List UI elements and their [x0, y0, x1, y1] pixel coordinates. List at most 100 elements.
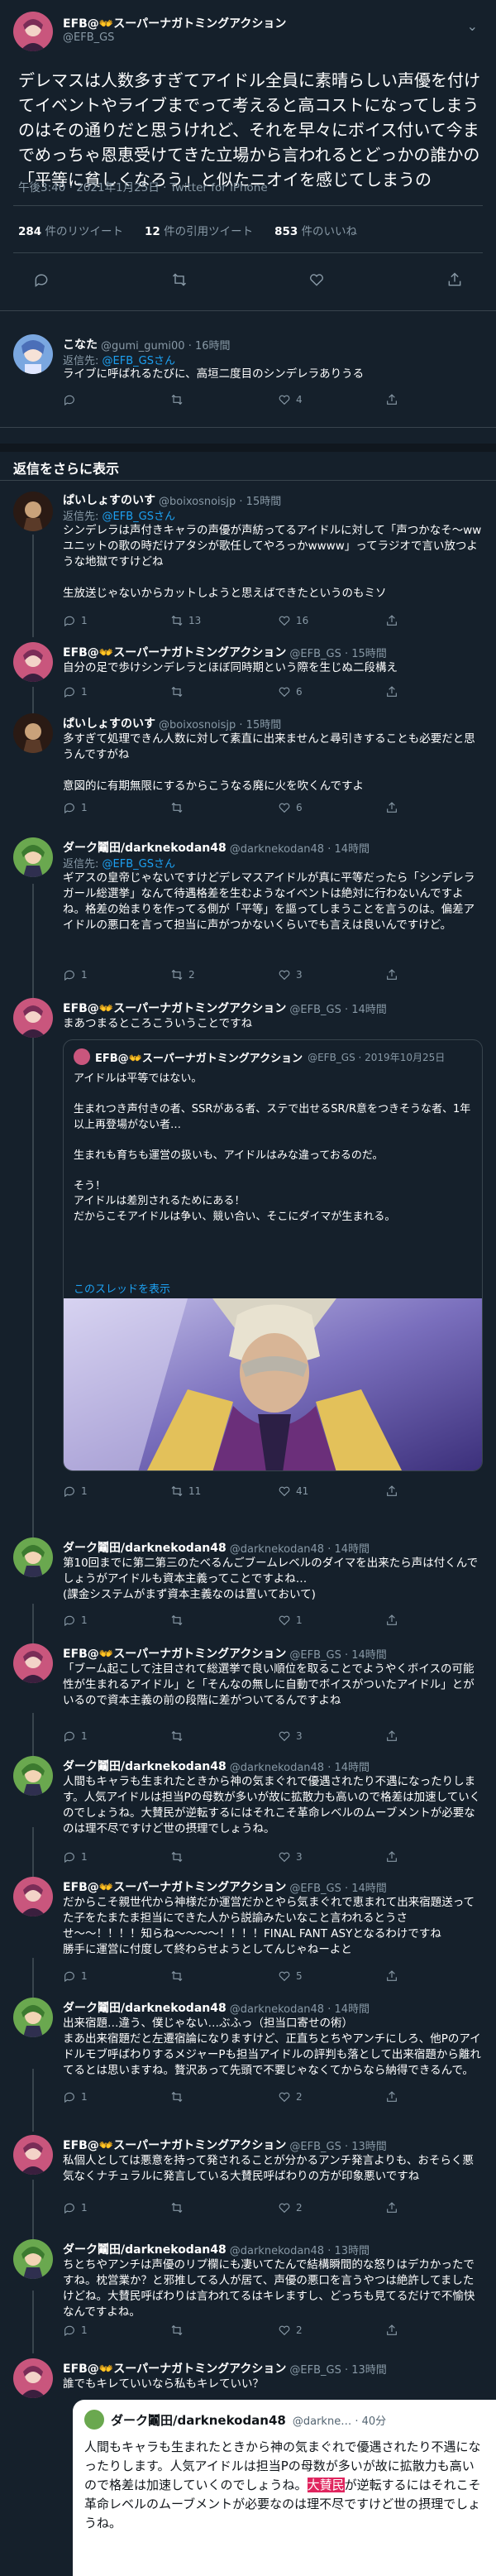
- share-button[interactable]: [385, 2201, 493, 2214]
- reply-avatar[interactable]: [13, 642, 53, 682]
- retweet-button[interactable]: 11: [170, 1485, 278, 1498]
- retweet-button[interactable]: [170, 2201, 278, 2214]
- reply-avatar[interactable]: [13, 1643, 53, 1683]
- reply-button[interactable]: 1: [63, 2090, 170, 2103]
- reply-author-handle[interactable]: @darknekodan48 · 14時間: [230, 1758, 370, 1774]
- reply-button[interactable]: 1: [63, 685, 170, 698]
- reply-button[interactable]: 1: [63, 801, 170, 814]
- like-button[interactable]: 3: [278, 968, 385, 981]
- share-button[interactable]: [385, 1485, 493, 1498]
- share-button[interactable]: [446, 271, 463, 290]
- reply-button[interactable]: [33, 271, 50, 290]
- reply-author-name[interactable]: ダーク鬮田/darknekodan48: [63, 1539, 227, 1556]
- reply-avatar[interactable]: [13, 2358, 53, 2398]
- reply-author-handle[interactable]: @boixosnoisjp · 15時間: [159, 492, 281, 508]
- share-button[interactable]: [385, 685, 493, 698]
- like-button[interactable]: 41: [278, 1485, 385, 1498]
- more-options-icon[interactable]: ⌄: [467, 18, 478, 34]
- like-button[interactable]: 2: [278, 2324, 385, 2337]
- reply-avatar[interactable]: [13, 2239, 53, 2279]
- reply-button[interactable]: 1: [63, 1969, 170, 1983]
- reply-avatar[interactable]: [13, 1537, 53, 1577]
- retweet-button[interactable]: [170, 685, 278, 698]
- reply-author-handle[interactable]: @darknekodan48 · 14時間: [230, 1540, 370, 1556]
- retweet-button[interactable]: [170, 2324, 278, 2337]
- reply-author-name[interactable]: EFB@👐スーパーナガトミングアクション: [63, 2360, 286, 2377]
- reply-button[interactable]: 1: [63, 1614, 170, 1627]
- share-button[interactable]: [385, 614, 493, 627]
- share-button[interactable]: [385, 801, 493, 814]
- reply-author-handle[interactable]: @darknekodan48 · 13時間: [230, 2242, 370, 2257]
- reply-author-handle[interactable]: @gumi_gumi00 · 16時間: [101, 337, 231, 353]
- retweet-button[interactable]: [170, 393, 278, 406]
- reply-button[interactable]: 1: [63, 1729, 170, 1743]
- main-author-handle[interactable]: @EFB_GS: [63, 31, 114, 44]
- reply-author-handle[interactable]: @EFB_GS · 14時間: [289, 1646, 386, 1662]
- retweet-stat[interactable]: 284 件のリツイート: [18, 222, 123, 238]
- reply-button[interactable]: 1: [63, 2201, 170, 2214]
- retweet-button[interactable]: [170, 801, 278, 814]
- retweet-button[interactable]: [171, 271, 188, 290]
- reply-author-handle[interactable]: @EFB_GS · 13時間: [289, 2137, 386, 2153]
- share-button[interactable]: [385, 2324, 493, 2337]
- reply-author-handle[interactable]: @boixosnoisjp · 15時間: [159, 716, 281, 732]
- like-button[interactable]: 4: [278, 393, 385, 406]
- share-button[interactable]: [385, 968, 493, 981]
- like-button[interactable]: 6: [278, 685, 385, 698]
- reply-author-handle[interactable]: @darknekodan48 · 14時間: [230, 2000, 370, 2016]
- retweet-button[interactable]: [170, 2090, 278, 2103]
- reply-button[interactable]: [63, 393, 170, 406]
- share-button[interactable]: [385, 1614, 493, 1627]
- reply-author-name[interactable]: EFB@👐スーパーナガトミングアクション: [63, 644, 286, 660]
- reply-author-name[interactable]: EFB@👐スーパーナガトミングアクション: [63, 1878, 286, 1895]
- reply-to-link[interactable]: @EFB_GSさん: [103, 355, 175, 367]
- reply-author-name[interactable]: ダーク鬮田/darknekodan48: [63, 1758, 227, 1774]
- share-button[interactable]: [385, 393, 493, 406]
- reply-author-name[interactable]: EFB@👐スーパーナガトミングアクション: [63, 1000, 286, 1016]
- reply-button[interactable]: 1: [63, 614, 170, 627]
- quoted-tweet-card[interactable]: EFB@👐スーパーナガトミングアクション @EFB_GS · 2019年10月2…: [63, 1039, 483, 1471]
- retweet-button[interactable]: 2: [170, 968, 278, 981]
- like-button[interactable]: 2: [278, 2201, 385, 2214]
- quoted-screenshot-card[interactable]: ダーク鬮田/darknekodan48 @darkne… · 40分 人間もキャ…: [73, 2400, 496, 2576]
- reply-author-name[interactable]: こなた: [63, 336, 98, 353]
- reply-avatar[interactable]: [13, 998, 53, 1038]
- like-button[interactable]: 2: [278, 2090, 385, 2103]
- reply-to-link[interactable]: @EFB_GSさん: [103, 858, 175, 871]
- reply-author-name[interactable]: EFB@👐スーパーナガトミングアクション: [63, 1645, 286, 1662]
- reply-avatar[interactable]: [13, 334, 53, 374]
- reply-button[interactable]: 1: [63, 2324, 170, 2337]
- share-button[interactable]: [385, 1729, 493, 1743]
- reply-author-handle[interactable]: @EFB_GS · 14時間: [289, 1000, 386, 1016]
- main-author-avatar[interactable]: [13, 12, 53, 51]
- reply-author-name[interactable]: ダーク鬮田/darknekodan48: [63, 1999, 227, 2016]
- reply-avatar[interactable]: [13, 837, 53, 877]
- reply-avatar[interactable]: [13, 713, 53, 753]
- quote-stat[interactable]: 12 件の引用ツイート: [145, 222, 253, 238]
- reply-avatar[interactable]: [13, 1877, 53, 1916]
- reply-author-handle[interactable]: @darknekodan48 · 14時間: [230, 840, 370, 856]
- retweet-button[interactable]: 13: [170, 614, 278, 627]
- share-button[interactable]: [385, 1969, 493, 1983]
- like-button[interactable]: 3: [278, 1850, 385, 1864]
- reply-author-name[interactable]: ぱいしょすのいす: [63, 492, 155, 508]
- reply-author-handle[interactable]: @EFB_GS · 13時間: [289, 2361, 386, 2377]
- reply-author-handle[interactable]: @EFB_GS · 14時間: [289, 1879, 386, 1895]
- reply-button[interactable]: 1: [63, 968, 170, 981]
- like-button[interactable]: 16: [278, 614, 385, 627]
- like-stat[interactable]: 853 件のいいね: [274, 222, 357, 238]
- main-tweet-timestamp[interactable]: 午後3:40 · 2021年1月25日 · Twitter for iPhone: [18, 178, 268, 194]
- quote-image[interactable]: [64, 1298, 482, 1470]
- retweet-button[interactable]: [170, 1969, 278, 1983]
- reply-author-handle[interactable]: @EFB_GS · 15時間: [289, 645, 386, 660]
- reply-author-name[interactable]: EFB@👐スーパーナガトミングアクション: [63, 2137, 286, 2153]
- reply-author-name[interactable]: ぱいしょすのいす: [63, 715, 155, 732]
- like-button[interactable]: 5: [278, 1969, 385, 1983]
- reply-to-link[interactable]: @EFB_GSさん: [103, 511, 175, 523]
- retweet-button[interactable]: [170, 1850, 278, 1864]
- retweet-button[interactable]: [170, 1729, 278, 1743]
- reply-author-name[interactable]: ダーク鬮田/darknekodan48: [63, 839, 227, 856]
- share-button[interactable]: [385, 1850, 493, 1864]
- reply-avatar[interactable]: [13, 492, 53, 531]
- like-button[interactable]: 3: [278, 1729, 385, 1743]
